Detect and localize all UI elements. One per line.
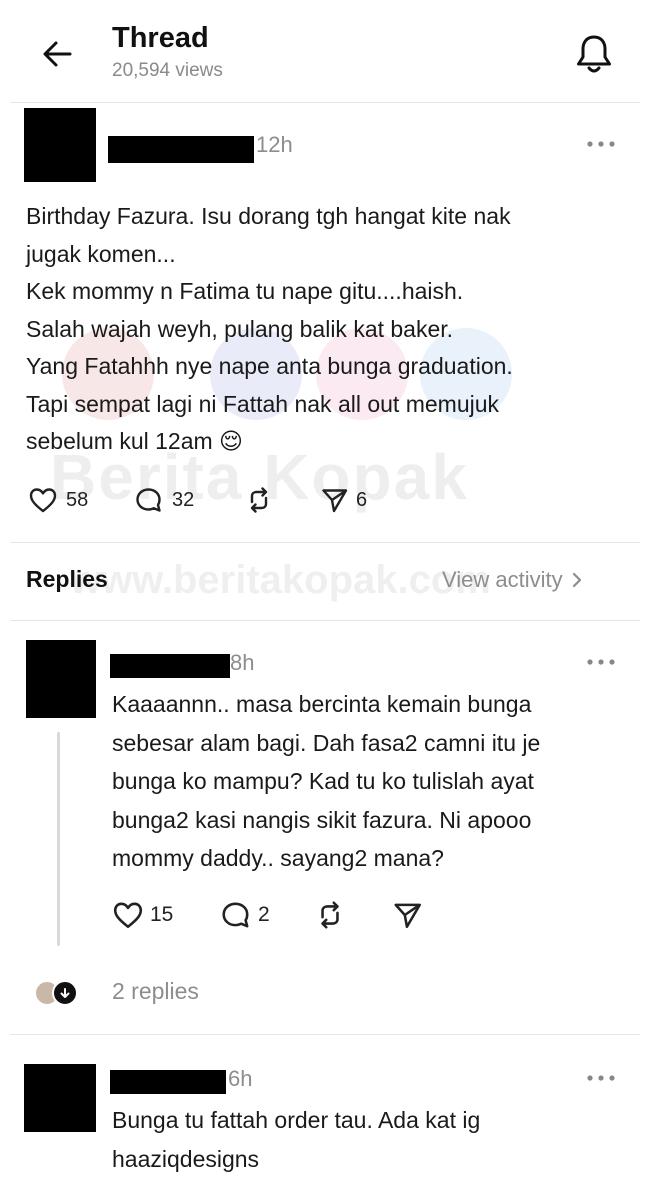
- view-activity-link[interactable]: View activity: [442, 567, 585, 593]
- post-line: Salah wajah weyh, pulang balik kat baker…: [26, 315, 454, 342]
- repost-icon: [250, 487, 268, 513]
- comment-button[interactable]: 32: [134, 486, 194, 514]
- watermark-url: www.beritakopak.com: [70, 558, 491, 602]
- repost-icon: [321, 901, 339, 929]
- post-line: Kek mommy n Fatima tu nape gitu....haish…: [26, 278, 464, 304]
- share-button[interactable]: 6: [320, 486, 367, 514]
- view-replies-link[interactable]: 2 replies: [112, 978, 199, 1005]
- post-line: jugak komen...: [26, 240, 176, 267]
- post-line: Birthday Fazura. Isu dorang tgh hangat k…: [26, 203, 511, 229]
- reply-username[interactable]: [110, 1070, 226, 1094]
- reply-body: Kaaaannn.. masa bercinta kemain bunga se…: [112, 685, 632, 878]
- reply-line: Kaaaannn.. masa bercinta kemain bunga: [112, 691, 532, 717]
- reply-line: bunga ko mampu? Kad tu ko tulislah ayat: [112, 768, 534, 794]
- arrow-down-icon: [60, 988, 70, 998]
- reply-line: mommy daddy.. sayang2 mana?: [112, 845, 444, 871]
- comment-count: 32: [172, 488, 195, 511]
- heart-icon: [29, 488, 57, 513]
- reply-time: 6h: [228, 1066, 253, 1091]
- replies-divider: [10, 620, 640, 621]
- reply-time: 8h: [230, 650, 255, 675]
- view-activity-label: View activity: [442, 567, 563, 592]
- reply-line: sebesar alam bagi. Dah fasa2 camni itu j…: [112, 729, 541, 756]
- comment-icon: [222, 902, 249, 928]
- chevron-right-icon: [572, 572, 581, 588]
- comment-count: 2: [258, 903, 270, 926]
- like-count: 15: [150, 903, 174, 926]
- thread-line: [57, 732, 60, 946]
- like-count: 58: [66, 488, 89, 511]
- comment-icon: [136, 488, 161, 512]
- more-options-icon[interactable]: [584, 655, 618, 669]
- send-icon: [322, 489, 348, 513]
- arrow-left-icon[interactable]: [38, 34, 78, 74]
- post-time: 12h: [256, 132, 293, 157]
- share-button[interactable]: [392, 900, 424, 930]
- reply-avatar[interactable]: [24, 1064, 96, 1132]
- post-line: sebelum kul 12am 😌: [26, 428, 244, 454]
- reply-body: Bunga tu fattah order tau. Ada kat ig ha…: [112, 1101, 632, 1178]
- post-line: Tapi sempat lagi ni Fattah nak all out m…: [26, 390, 500, 417]
- heart-icon: [113, 902, 143, 929]
- post-line: Yang Fatahhh nye nape anta bunga graduat…: [26, 353, 513, 379]
- reply-username[interactable]: [110, 654, 230, 678]
- reply-line: bunga2 kasi nangis sikit fazura. Ni apoo…: [112, 806, 532, 833]
- like-button[interactable]: 58: [28, 486, 88, 514]
- comment-button[interactable]: 2: [220, 900, 270, 930]
- page-title: Thread: [112, 22, 209, 54]
- header-divider: [10, 102, 640, 103]
- reply-divider: [10, 1034, 640, 1035]
- share-count: 6: [356, 488, 368, 511]
- replier-avatar: [52, 980, 78, 1006]
- replies-heading: Replies: [26, 566, 108, 592]
- avatar[interactable]: [24, 108, 96, 182]
- top-bar: Thread 20,594 views: [0, 0, 649, 100]
- repost-button[interactable]: [244, 486, 274, 514]
- repost-button[interactable]: [314, 900, 346, 930]
- more-options-icon[interactable]: [584, 137, 618, 151]
- reply-avatar[interactable]: [26, 640, 96, 718]
- bell-icon[interactable]: [570, 30, 618, 78]
- reply-line: haaziqdesigns: [112, 1145, 260, 1172]
- replier-avatars[interactable]: [34, 978, 86, 1008]
- more-options-icon[interactable]: [584, 1071, 618, 1085]
- username[interactable]: [108, 136, 254, 163]
- post-divider: [10, 542, 640, 543]
- send-icon: [394, 903, 422, 929]
- view-count: 20,594 views: [112, 60, 223, 81]
- like-button[interactable]: 15: [112, 900, 173, 930]
- post-body: Birthday Fazura. Isu dorang tgh hangat k…: [26, 198, 626, 461]
- reply-line: Bunga tu fattah order tau. Ada kat ig: [112, 1107, 481, 1133]
